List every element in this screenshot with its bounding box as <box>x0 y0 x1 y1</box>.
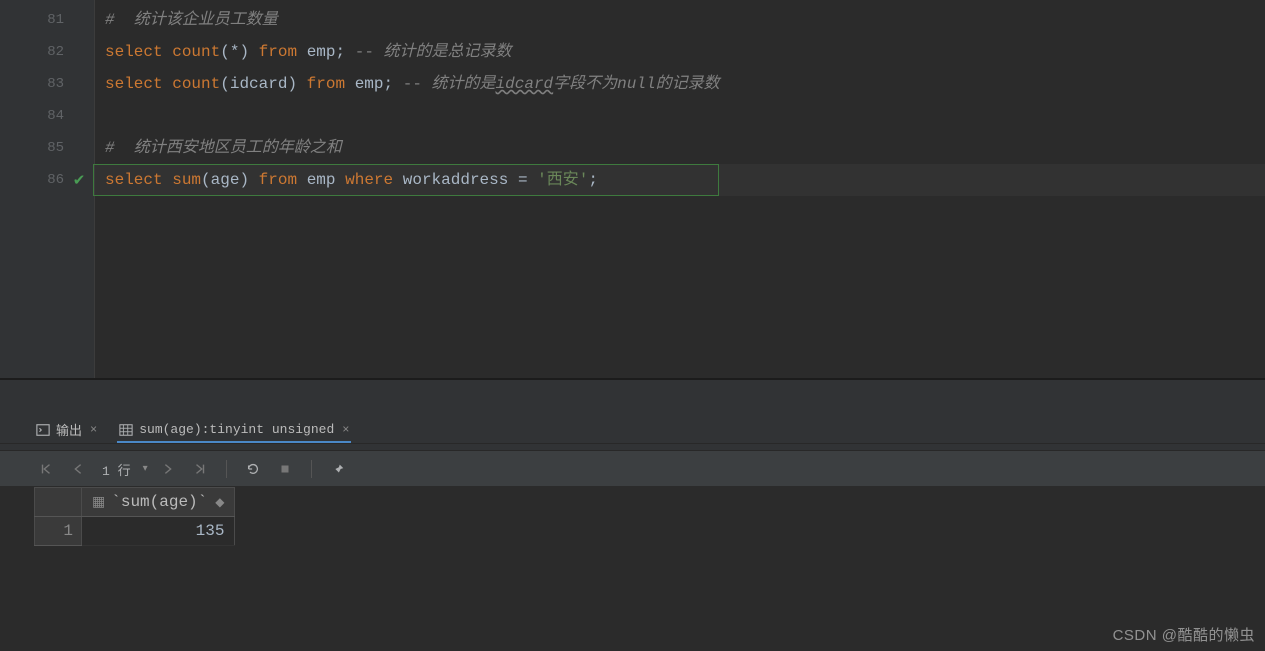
rows-label: 1 行 <box>102 460 131 479</box>
next-page-button[interactable] <box>156 457 180 481</box>
prev-page-button[interactable] <box>66 457 90 481</box>
close-icon[interactable]: × <box>342 423 349 437</box>
code-editor[interactable]: 81 82 83 84 85 86 ✔ # 统计该企业员工数量 select co… <box>0 0 1265 378</box>
grid-icon <box>119 423 133 437</box>
comment: # 统计西安地区员工的年龄之和 <box>105 139 342 157</box>
column-header[interactable]: ▦`sum(age)`◆ <box>82 488 235 517</box>
terminal-icon <box>36 423 50 437</box>
rownum-header <box>35 488 82 517</box>
result-grid-area: ▦`sum(age)`◆ 1 135 <box>0 487 1265 651</box>
line-number: 81 <box>28 12 64 28</box>
line-number: 86 <box>28 172 64 188</box>
result-toolbar: 1 行 ▾ <box>0 452 1265 487</box>
tab-output-label: 输出 <box>56 420 82 439</box>
column-icon: ▦ <box>92 495 105 511</box>
row-number: 1 <box>35 517 82 546</box>
pin-button[interactable] <box>326 457 350 481</box>
last-page-button[interactable] <box>188 457 212 481</box>
tab-output[interactable]: 输出 × <box>34 416 99 443</box>
result-table[interactable]: ▦`sum(age)`◆ 1 135 <box>34 487 235 546</box>
close-icon[interactable]: × <box>90 423 97 437</box>
comment: # 统计该企业员工数量 <box>105 11 278 29</box>
cell-value[interactable]: 135 <box>82 517 235 546</box>
line-number: 84 <box>28 108 64 124</box>
results-panel: 输出 × sum(age):tinyint unsigned × 1 行 ▾ <box>0 380 1265 651</box>
result-tabs: 输出 × sum(age):tinyint unsigned × <box>0 413 1265 444</box>
stop-button[interactable] <box>273 457 297 481</box>
line-number: 82 <box>28 44 64 60</box>
table-row[interactable]: 1 135 <box>35 517 235 546</box>
sort-icon[interactable]: ◆ <box>215 496 224 510</box>
reload-button[interactable] <box>241 457 265 481</box>
run-check-icon[interactable]: ✔ <box>70 171 88 190</box>
code-area[interactable]: # 统计该企业员工数量 select count(*) from emp; --… <box>95 0 1265 378</box>
tab-result[interactable]: sum(age):tinyint unsigned × <box>117 418 351 443</box>
gutter: 81 82 83 84 85 86 ✔ <box>0 0 95 378</box>
chevron-down-icon[interactable]: ▾ <box>143 463 148 475</box>
first-page-button[interactable] <box>34 457 58 481</box>
line-number: 85 <box>28 140 64 156</box>
tab-result-label: sum(age):tinyint unsigned <box>139 422 334 437</box>
line-number: 83 <box>28 76 64 92</box>
